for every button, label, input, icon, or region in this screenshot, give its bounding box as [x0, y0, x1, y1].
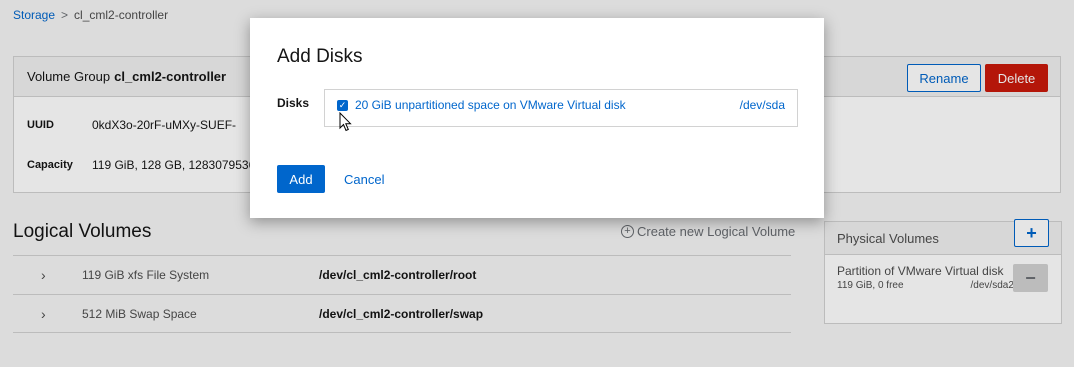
dialog-buttons: Add Cancel — [277, 165, 384, 193]
disk-checkbox[interactable]: ✓ — [337, 99, 348, 111]
disks-label: Disks — [277, 96, 310, 110]
disk-list: ✓ 20 GiB unpartitioned space on VMware V… — [324, 89, 798, 127]
mouse-cursor-icon — [339, 112, 352, 132]
disk-device: /dev/sda — [739, 98, 785, 112]
add-disks-dialog: Add Disks Disks ✓ 20 GiB unpartitioned s… — [250, 18, 824, 218]
disk-option[interactable]: ✓ 20 GiB unpartitioned space on VMware V… — [337, 98, 626, 112]
add-button[interactable]: Add — [277, 165, 325, 193]
disk-option-label[interactable]: 20 GiB unpartitioned space on VMware Vir… — [355, 98, 626, 112]
dialog-title: Add Disks — [277, 46, 363, 67]
cancel-button[interactable]: Cancel — [344, 172, 384, 187]
